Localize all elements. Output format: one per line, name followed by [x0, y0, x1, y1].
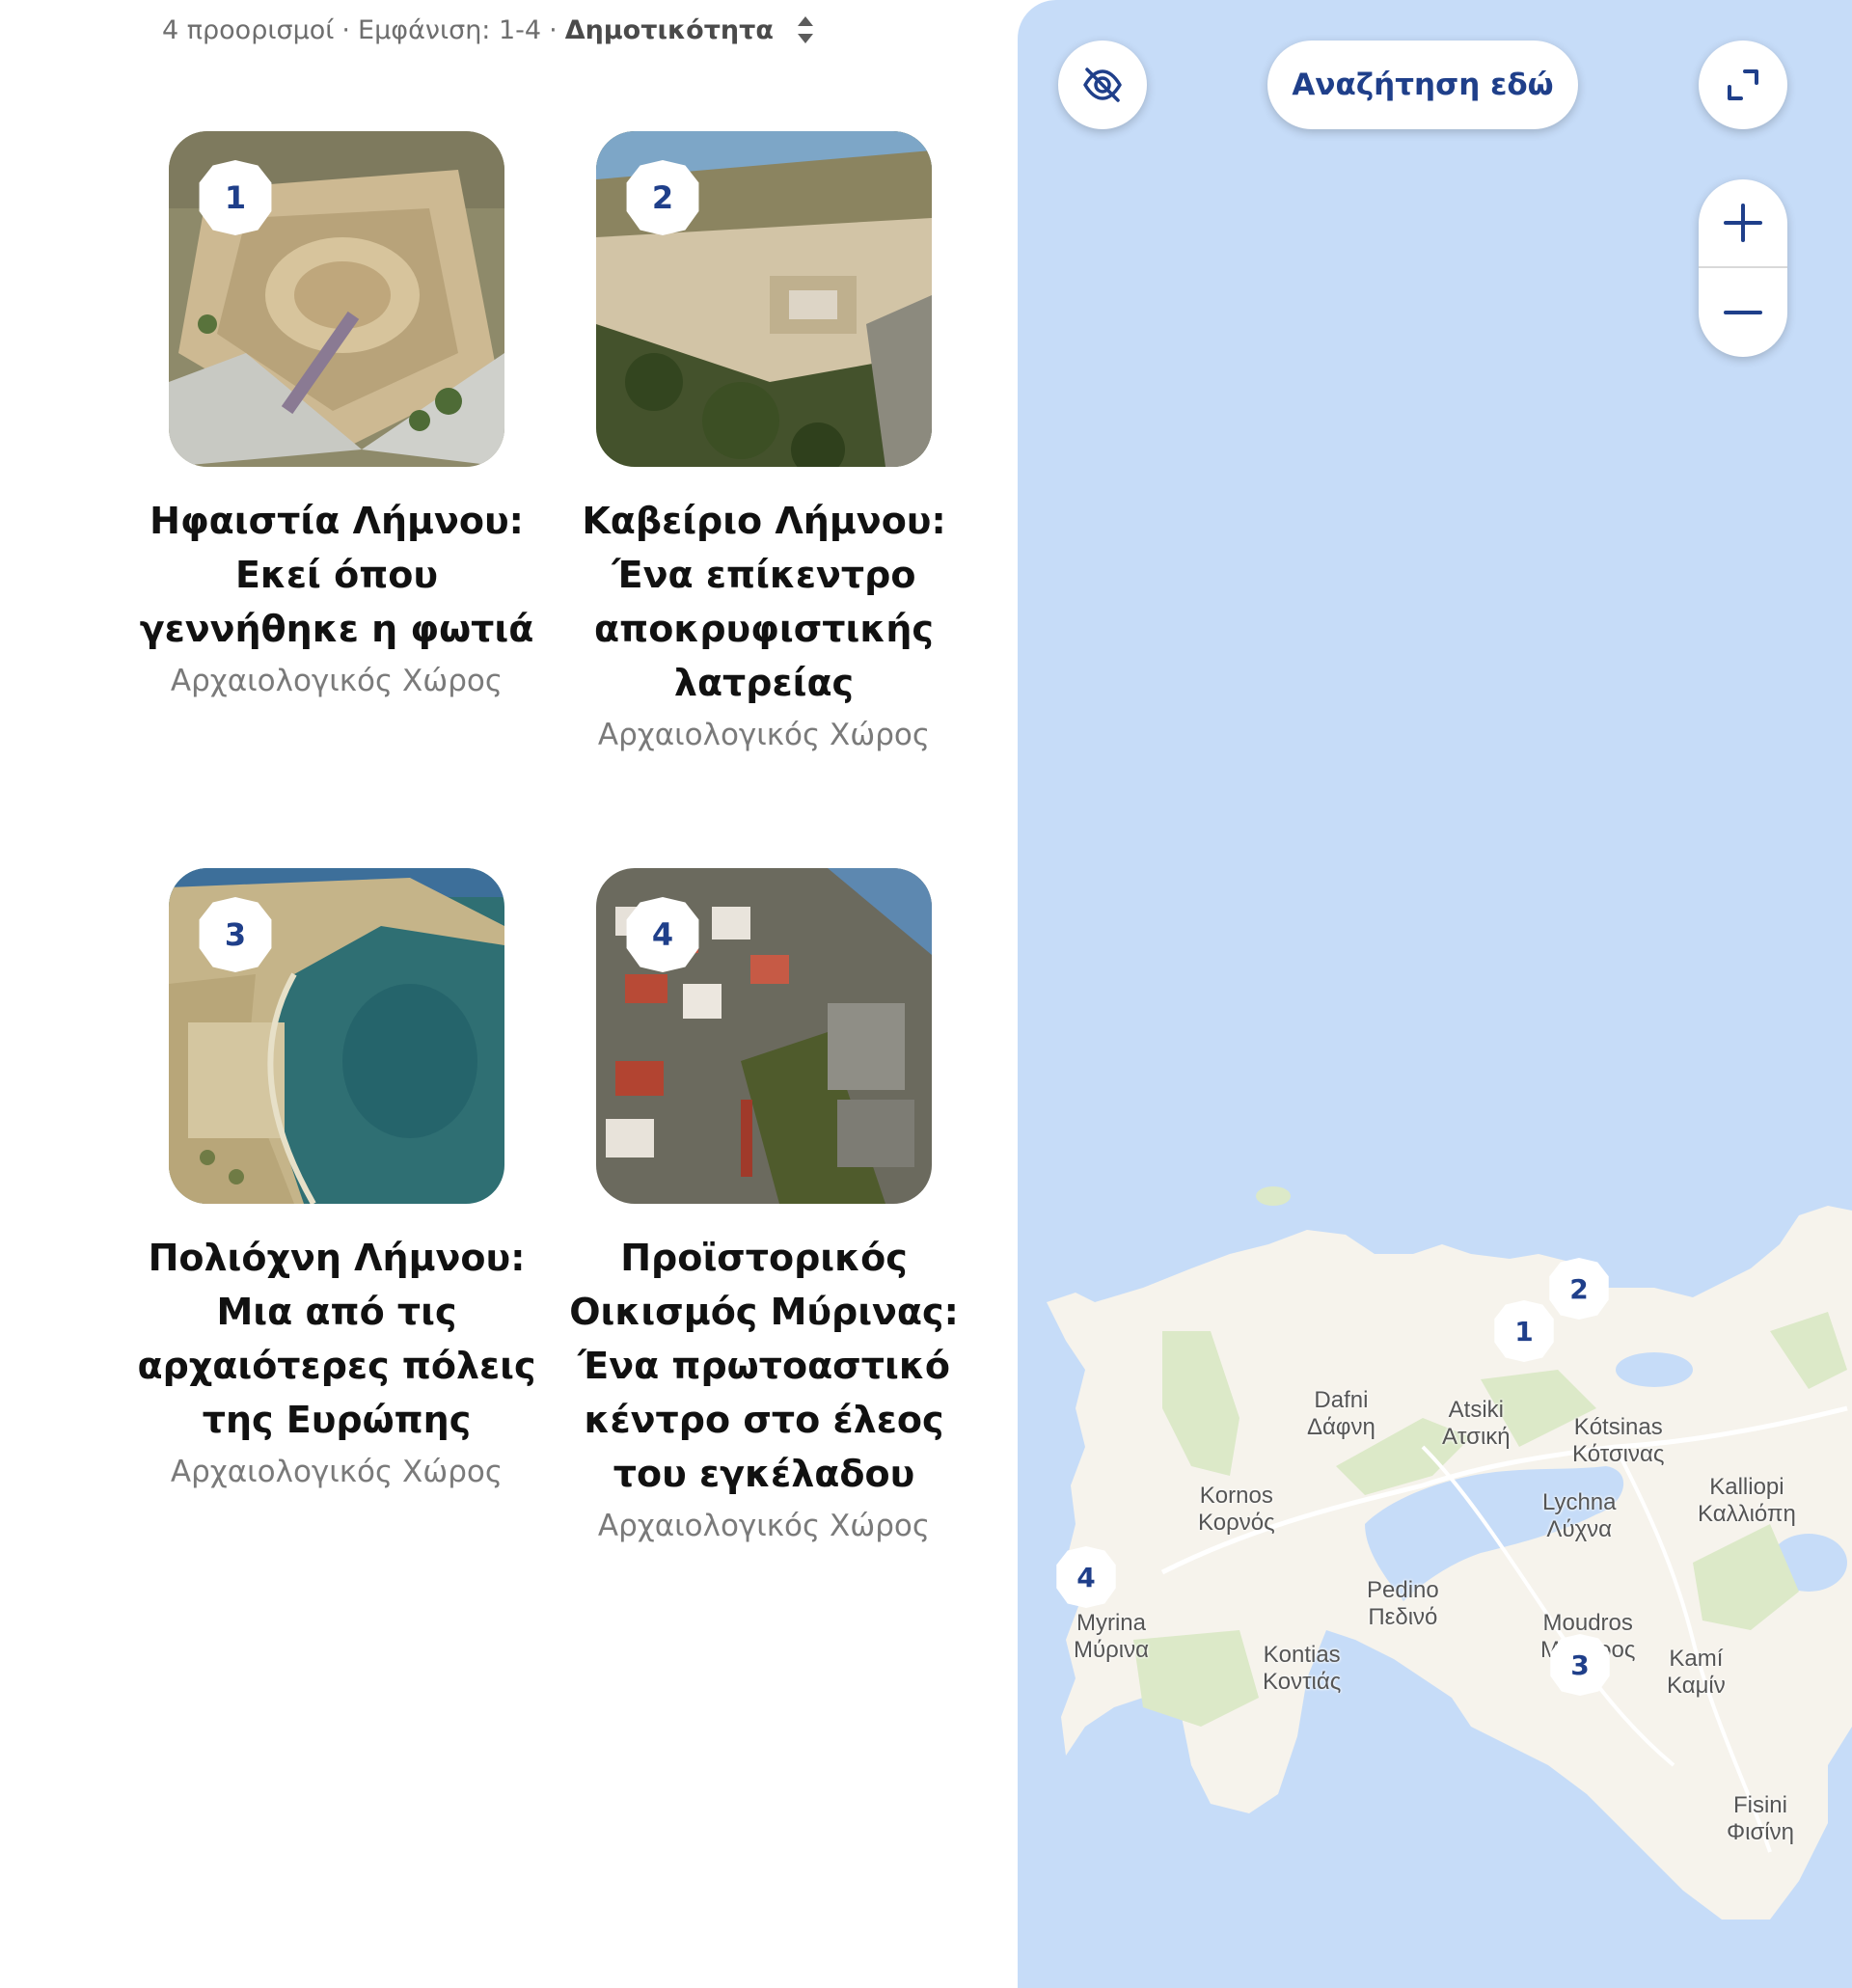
card-number-badge: 2	[626, 160, 699, 235]
eye-slash-icon	[1083, 68, 1122, 102]
destination-category: Αρχαιολογικός Χώρος	[170, 664, 504, 698]
map-marker-1[interactable]: 1	[1494, 1300, 1554, 1362]
results-count: 4 προορισμοί	[162, 14, 335, 45]
results-panel: 4 προορισμοί · Εμφάνιση: 1-4 · Δημοτικότ…	[0, 0, 1018, 1988]
map-place-label: Kornos Κορνός	[1198, 1483, 1275, 1536]
card-number-badge: 1	[199, 160, 272, 235]
map-place-label: Dafni Δάφνη	[1307, 1387, 1375, 1440]
plus-icon	[1724, 204, 1762, 242]
map-place-label: Kótsinas Κότσινας	[1572, 1414, 1665, 1467]
map-place-label: Atsiki Ατσική	[1442, 1397, 1511, 1450]
map-place-label: Kalliopi Καλλιόπη	[1698, 1474, 1796, 1527]
destination-card[interactable]: 4 Προϊστορικός Οικισμός Μύρινας: Ένα πρω…	[557, 868, 971, 1543]
destination-card[interactable]: 1 Ηφαιστία Λήμνου: Εκεί όπου γεννήθηκε η…	[129, 131, 544, 698]
results-range: Εμφάνιση: 1-4	[358, 14, 542, 45]
destination-photo[interactable]: 3	[169, 868, 504, 1204]
zoom-out-button[interactable]	[1699, 268, 1787, 357]
expand-map-button[interactable]	[1699, 41, 1787, 129]
map-marker-2[interactable]: 2	[1549, 1258, 1609, 1320]
destination-title[interactable]: Καβείριο Λήμνου: Ένα επίκεντρο αποκρυφισ…	[557, 494, 971, 710]
separator: ·	[549, 14, 558, 45]
map-place-label: Fisini Φισίνη	[1727, 1792, 1794, 1845]
destination-category: Αρχαιολογικός Χώρος	[597, 1509, 931, 1543]
card-number-badge: 3	[199, 897, 272, 972]
minus-icon	[1724, 311, 1762, 314]
map-place-label: Myrina Μύρινα	[1074, 1610, 1149, 1663]
destination-title[interactable]: Πολιόχνη Λήμνου: Μια από τις αρχαιότερες…	[129, 1231, 544, 1447]
results-summary: 4 προορισμοί · Εμφάνιση: 1-4 · Δημοτικότ…	[162, 14, 816, 46]
toggle-list-button[interactable]	[1058, 41, 1147, 129]
destination-photo[interactable]: 2	[596, 131, 932, 467]
map-marker-4[interactable]: 4	[1056, 1546, 1116, 1608]
zoom-controls	[1699, 179, 1787, 357]
destination-category: Αρχαιολογικός Χώρος	[170, 1455, 504, 1489]
destination-photo[interactable]: 1	[169, 131, 504, 467]
destination-title[interactable]: Ηφαιστία Λήμνου: Εκεί όπου γεννήθηκε η φ…	[129, 494, 544, 656]
sort-arrows-icon[interactable]	[795, 14, 816, 46]
destination-card[interactable]: 3 Πολιόχνη Λήμνου: Μια από τις αρχαιότερ…	[129, 868, 544, 1489]
card-number-badge: 4	[626, 897, 699, 972]
expand-icon	[1728, 69, 1758, 100]
destination-photo[interactable]: 4	[596, 868, 932, 1204]
separator: ·	[341, 14, 351, 45]
map-place-label: Kamí Καμίν	[1667, 1646, 1726, 1699]
destination-category: Αρχαιολογικός Χώρος	[597, 718, 931, 752]
map-place-label: Kontias Κοντιάς	[1263, 1642, 1342, 1695]
sort-selector[interactable]: Δημοτικότητα	[565, 15, 774, 45]
map-place-label: Pedino Πεδινό	[1367, 1577, 1439, 1630]
map-marker-3[interactable]: 3	[1550, 1634, 1610, 1696]
zoom-in-button[interactable]	[1699, 179, 1787, 268]
destination-title[interactable]: Προϊστορικός Οικισμός Μύρινας: Ένα πρωτο…	[557, 1231, 971, 1501]
destination-card[interactable]: 2 Καβείριο Λήμνου: Ένα επίκεντρο αποκρυφ…	[557, 131, 971, 752]
search-here-button[interactable]: Αναζήτηση εδώ	[1267, 41, 1578, 129]
map-place-label: Lychna Λύχνα	[1542, 1489, 1617, 1542]
map-panel[interactable]: Αναζήτηση εδώ Dafni Δάφνη Atsiki Ατσική Kó…	[1018, 0, 1852, 1988]
